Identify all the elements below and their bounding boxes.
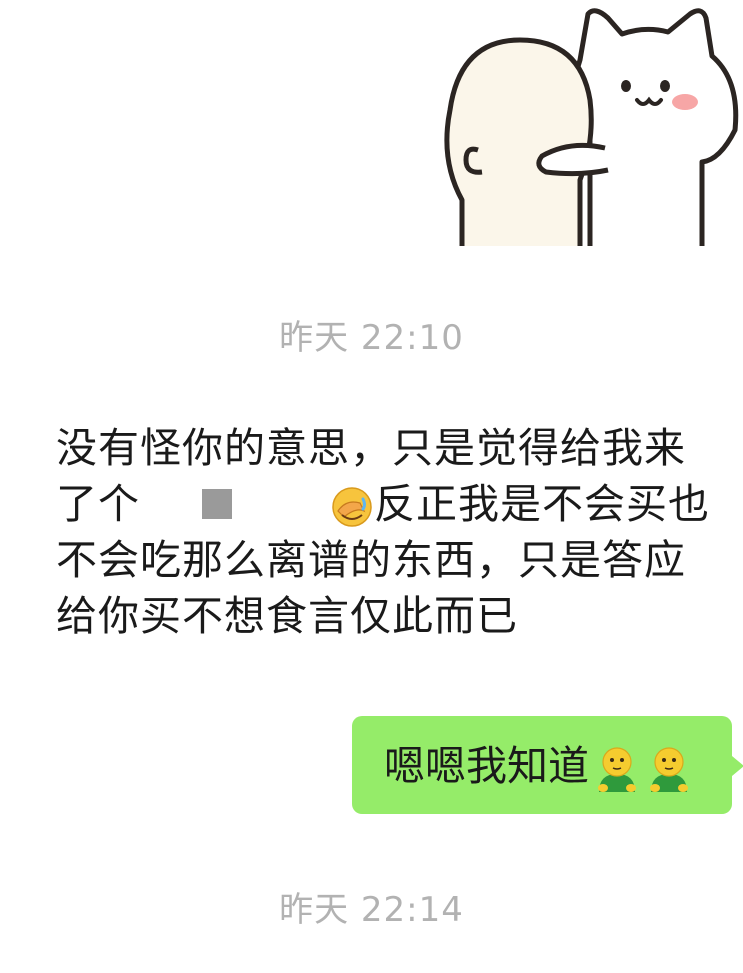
yellow-face-green-shirt-emoji-icon: [650, 747, 688, 792]
face-palm-crying-emoji-icon: [332, 487, 372, 527]
timestamp: 昨天 22:10: [279, 318, 464, 358]
yellow-face-green-shirt-emoji-icon: [598, 747, 636, 792]
outgoing-message-text: 嗯嗯我知道: [384, 742, 589, 790]
outgoing-message-bubble[interactable]: 嗯嗯我知道: [352, 716, 743, 814]
chat-screen: 昨天 22:10 没有怪你的意思，只是觉得给我来了个 反正我是不会买也不会吃那么…: [0, 0, 743, 973]
incoming-message[interactable]: 没有怪你的意思，只是觉得给我来了个 反正我是不会买也不会吃那么离谱的东西，只是答…: [56, 420, 716, 644]
timestamp: 昨天 22:14: [279, 890, 464, 930]
cat-icon: [573, 8, 739, 246]
censored-block-icon: [140, 487, 330, 527]
bubble-tail: [732, 756, 743, 776]
hug-sticker[interactable]: [440, 0, 743, 246]
outgoing-message: 嗯嗯我知道: [384, 738, 693, 794]
